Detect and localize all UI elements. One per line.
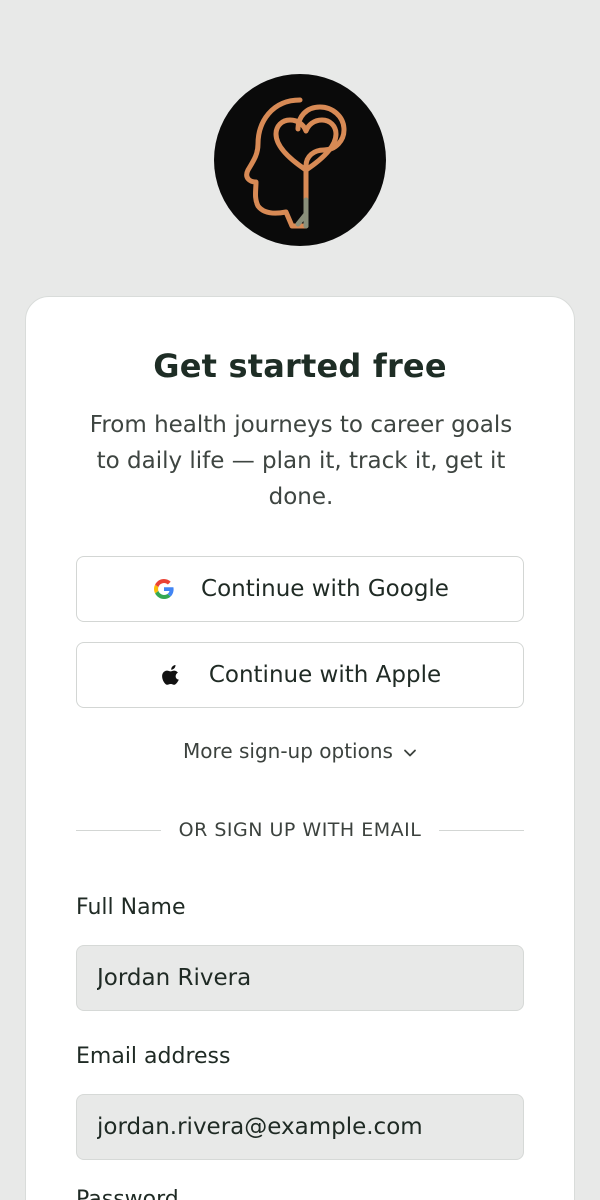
divider-line-left bbox=[76, 829, 161, 831]
email-divider: OR SIGN UP WITH EMAIL bbox=[76, 819, 524, 841]
continue-with-google-button[interactable]: Continue with Google bbox=[76, 556, 524, 622]
head-heart-logo-icon bbox=[244, 97, 347, 229]
page-title: Get started free bbox=[153, 347, 447, 385]
brand-logo bbox=[214, 74, 386, 246]
more-options-label: More sign-up options bbox=[183, 739, 393, 763]
apple-button-label: Continue with Apple bbox=[208, 662, 442, 688]
google-icon bbox=[151, 576, 177, 602]
continue-with-apple-button[interactable]: Continue with Apple bbox=[76, 642, 524, 708]
signup-page: Get started free From health journeys to… bbox=[0, 0, 600, 1200]
page-subtitle: From health journeys to career goals to … bbox=[89, 412, 513, 510]
more-sign-up-options[interactable]: More sign-up options bbox=[26, 739, 574, 763]
full-name-input[interactable] bbox=[76, 945, 524, 1011]
divider-text: OR SIGN UP WITH EMAIL bbox=[178, 819, 422, 841]
email-input[interactable] bbox=[76, 1094, 524, 1160]
apple-icon bbox=[159, 662, 185, 688]
google-button-label: Continue with Google bbox=[201, 576, 449, 602]
email-label: Email address bbox=[76, 1044, 231, 1069]
full-name-label: Full Name bbox=[76, 895, 186, 920]
password-label: Password bbox=[76, 1187, 179, 1200]
signup-card: Get started free From health journeys to… bbox=[25, 296, 575, 1200]
divider-line-right bbox=[439, 829, 524, 831]
chevron-down-icon bbox=[403, 739, 417, 763]
